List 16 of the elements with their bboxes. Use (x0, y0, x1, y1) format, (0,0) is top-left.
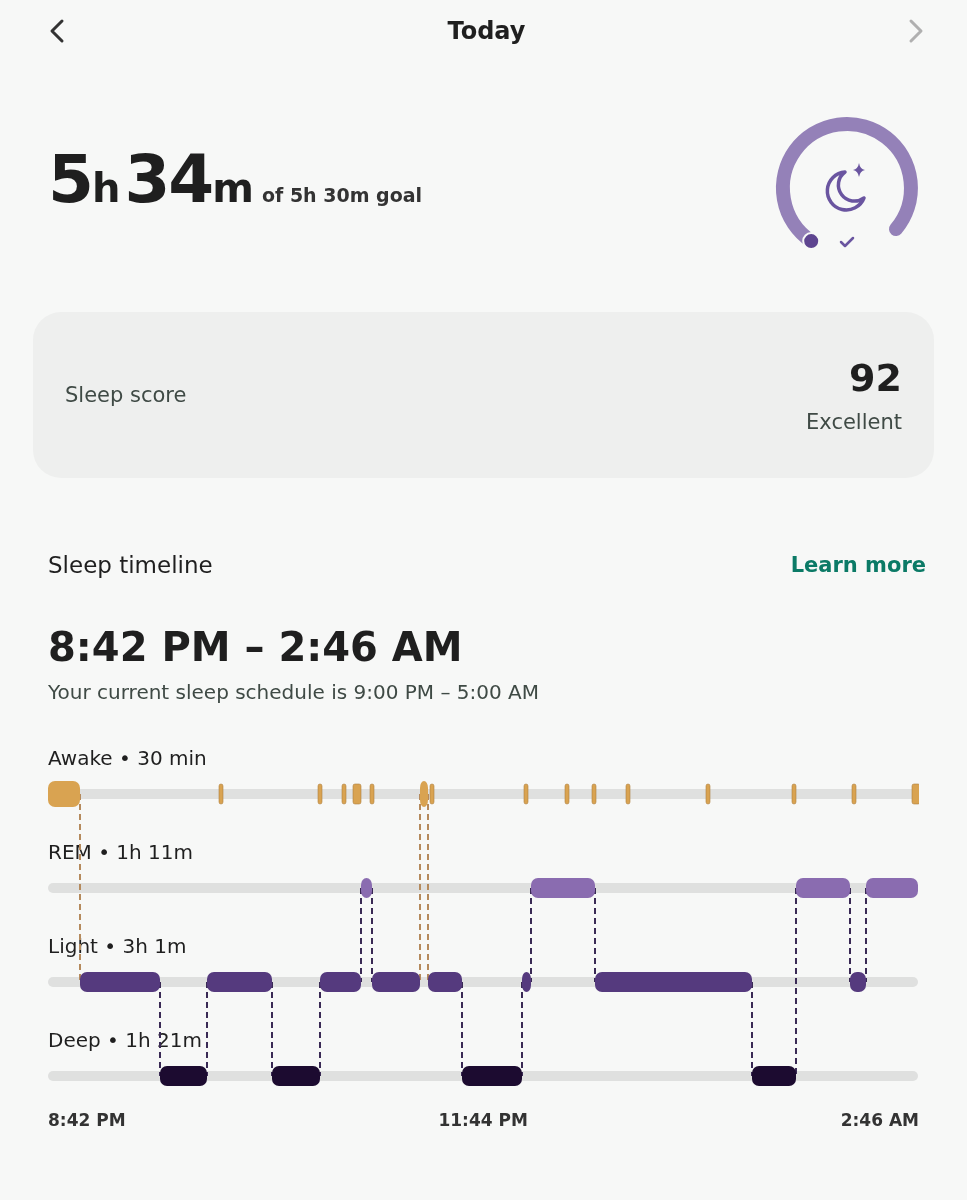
schedule-text: Your current sleep schedule is 9:00 PM – 5:00 AM (47, 680, 541, 704)
learn-more-link[interactable]: Learn more (790, 553, 926, 577)
axis-label: 11:44 PM (438, 1110, 528, 1130)
axis-label: 8:42 PM (48, 1110, 126, 1130)
sleep-duration: 5h 34m of 5h 30m goal (48, 140, 423, 218)
axis-label: 2:46 AM (840, 1110, 919, 1130)
back-chevron-icon (48, 18, 66, 44)
score-rating: Excellent (806, 410, 902, 434)
stage-label: Awake • 30 min (48, 746, 207, 770)
section-title: Sleep timeline (48, 552, 213, 578)
score-label: Sleep score (65, 383, 187, 407)
stage-label: REM • 1h 11m (48, 840, 193, 864)
sleep-range: 8:42 PM – 2:46 AM (47, 624, 464, 670)
screen-title: Today (447, 17, 526, 45)
forward-chevron-icon (907, 18, 925, 44)
score-value: 92 (849, 356, 902, 400)
